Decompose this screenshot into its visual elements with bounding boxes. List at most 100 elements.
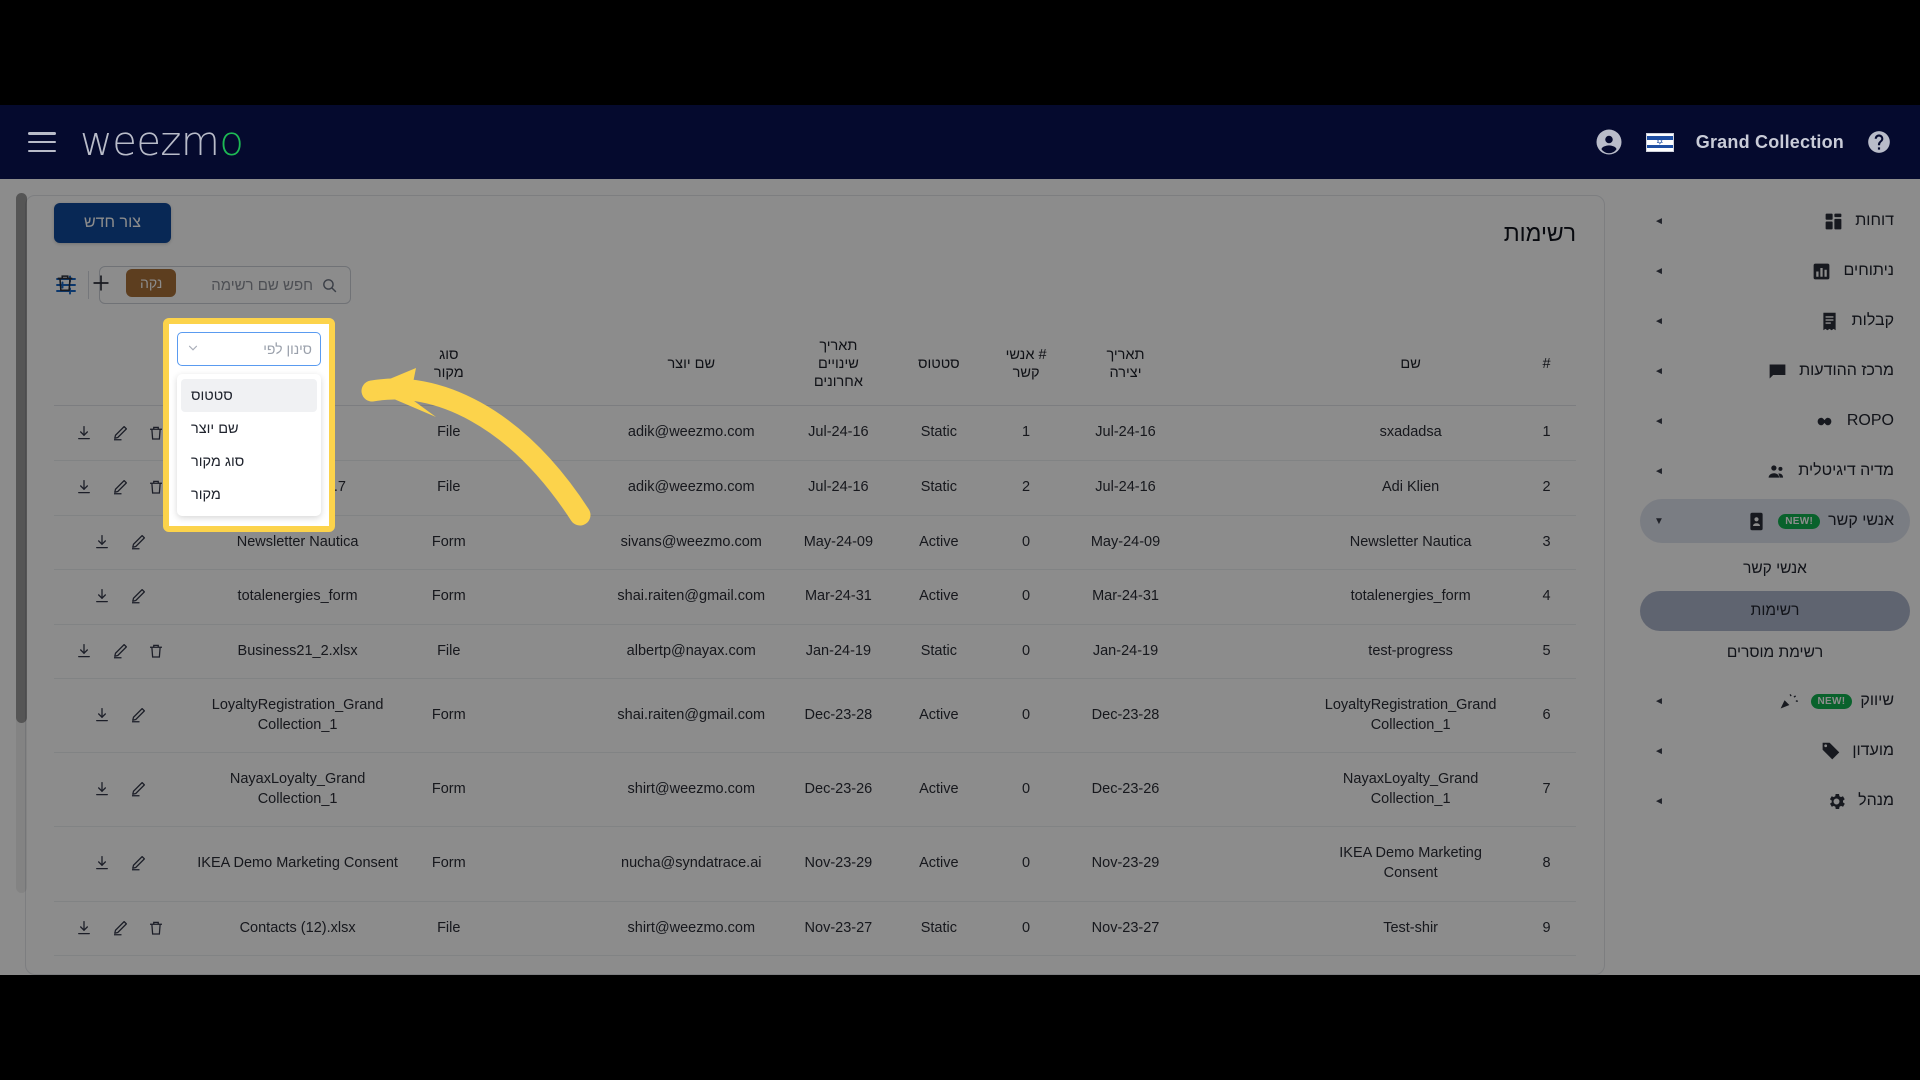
column-header-source-type[interactable]: סוג מקור: [409, 323, 489, 407]
sidebar-subitem-lists[interactable]: רשימות: [1640, 591, 1910, 631]
table-row[interactable]: 6 LoyaltyRegistration_Grand Collection_1 D…: [54, 678, 1576, 754]
chevron-left-icon[interactable]: ◄: [1650, 216, 1668, 227]
row-created-date: Dec-23-28: [1068, 678, 1183, 754]
chevron-down-icon[interactable]: [186, 341, 200, 358]
help-circle-icon[interactable]: [1866, 129, 1892, 155]
israel-flag-icon[interactable]: ✡: [1645, 132, 1674, 152]
download-row-icon[interactable]: [93, 587, 111, 605]
sidebar-item-admin[interactable]: מנהל ◄: [1640, 779, 1910, 823]
column-header-modified[interactable]: תאריך שינויים אחרונים: [782, 323, 895, 407]
row-contacts-count: 0: [983, 901, 1069, 957]
column-header-name[interactable]: שם: [1304, 323, 1518, 407]
row-source-type: File: [409, 405, 489, 461]
edit-row-icon[interactable]: [129, 706, 147, 724]
scrollbar-thumb[interactable]: [16, 193, 27, 723]
sidebar-item-ropo[interactable]: ROPO ◄: [1640, 399, 1910, 443]
row-created-date: Jul-24-16: [1068, 460, 1183, 516]
download-row-icon[interactable]: [93, 706, 111, 724]
topbar-right-group: weezm o: [28, 119, 244, 165]
sidebar-item-marketing[interactable]: שיווק NEW! ◄: [1640, 679, 1910, 723]
row-name: LoyaltyRegistration_Grand Collection_1: [1304, 678, 1518, 754]
sidebar-subitem-contacts[interactable]: אנשי קשר: [1640, 549, 1910, 589]
lists-card: רשימות צור חדש חפש שם רשימה נקה # שם תאר…: [25, 195, 1605, 975]
table-row[interactable]: 7 NayaxLoyalty_Grand Collection_1 Dec-23-2…: [54, 752, 1576, 828]
hamburger-menu-icon[interactable]: [28, 132, 56, 152]
download-row-icon[interactable]: [93, 854, 111, 872]
delete-row-icon[interactable]: [147, 642, 165, 660]
row-index: 8: [1517, 826, 1576, 902]
chevron-left-icon[interactable]: ◄: [1650, 416, 1668, 427]
download-row-icon[interactable]: [75, 919, 93, 937]
row-modified-date: Jan-24-19: [782, 624, 895, 680]
column-header-created[interactable]: תאריך יצירה: [1068, 323, 1183, 407]
chevron-left-icon[interactable]: ◄: [1650, 466, 1668, 477]
row-source-type: Form: [409, 515, 489, 571]
new-badge: NEW!: [1810, 693, 1853, 709]
account-circle-icon[interactable]: [1594, 127, 1624, 157]
filter-option-status[interactable]: סטטוס: [181, 379, 317, 412]
chevron-left-icon[interactable]: ◄: [1650, 696, 1668, 707]
table-row[interactable]: 4 totalenergies_form Mar-24-31 0 Active Mar-2…: [54, 569, 1576, 625]
row-index: 3: [1517, 515, 1576, 571]
edit-row-icon[interactable]: [111, 642, 129, 660]
edit-row-icon[interactable]: [111, 478, 129, 496]
row-contacts-count: 2: [983, 460, 1069, 516]
create-new-button[interactable]: צור חדש: [54, 203, 171, 243]
delete-row-icon[interactable]: [147, 919, 165, 937]
sidebar-item-analytics[interactable]: ניתוחים ◄: [1640, 249, 1910, 293]
column-header-index[interactable]: #: [1517, 323, 1576, 407]
chevron-left-icon[interactable]: ◄: [1650, 796, 1668, 807]
sidebar-item-receipts[interactable]: קבלות ◄: [1640, 299, 1910, 343]
sidebar-item-club[interactable]: מועדון ◄: [1640, 729, 1910, 773]
filter-by-select[interactable]: סינון לפי: [177, 332, 321, 366]
download-row-icon[interactable]: [93, 780, 111, 798]
edit-row-icon[interactable]: [129, 587, 147, 605]
column-header-contacts[interactable]: # אנשי קשר: [983, 323, 1069, 407]
filter-option-creator[interactable]: שם יוצר: [181, 412, 317, 445]
table-row[interactable]: 5 test-progress Jan-24-19 0 Static Jan-24-19 a…: [54, 624, 1576, 680]
sidebar-subitem-suppression-list[interactable]: רשימת מוסרים: [1640, 633, 1910, 673]
plus-icon[interactable]: [90, 272, 112, 294]
weezmo-logo[interactable]: weezm o: [80, 119, 244, 165]
chevron-left-icon[interactable]: ◄: [1650, 266, 1668, 277]
edit-row-icon[interactable]: [129, 780, 147, 798]
column-header-status[interactable]: סטטוס: [894, 323, 984, 407]
sidebar-item-contacts[interactable]: אנשי קשר NEW! ▼: [1640, 499, 1910, 543]
chevron-left-icon[interactable]: ◄: [1650, 316, 1668, 327]
logo-accent: o: [219, 119, 244, 165]
row-actions: [54, 752, 186, 828]
row-source: LoyaltyRegistration_Grand Collection_1: [185, 678, 410, 754]
sidebar-item-label: מרכז ההודעות: [1799, 362, 1894, 379]
trash-icon[interactable]: [54, 272, 76, 294]
table-row[interactable]: 8 IKEA Demo Marketing Consent Nov-23-29 0 Ac…: [54, 826, 1576, 902]
chevron-left-icon[interactable]: ◄: [1650, 366, 1668, 377]
download-row-icon[interactable]: [75, 478, 93, 496]
download-row-icon[interactable]: [93, 533, 111, 551]
row-status: Active: [894, 515, 984, 571]
download-row-icon[interactable]: [75, 424, 93, 442]
chevron-down-icon[interactable]: ▼: [1650, 516, 1668, 527]
edit-row-icon[interactable]: [129, 533, 147, 551]
clear-button[interactable]: נקה: [126, 269, 177, 297]
row-blank-1: [1182, 460, 1305, 516]
sidebar-item-message-center[interactable]: מרכז ההודעות ◄: [1640, 349, 1910, 393]
edit-row-icon[interactable]: [129, 854, 147, 872]
chevron-left-icon[interactable]: ◄: [1650, 746, 1668, 757]
filter-option-source[interactable]: מקור: [181, 478, 317, 511]
filter-by-popover: סינון לפי סטטוס שם יוצר סוג מקור מקור: [163, 318, 335, 532]
row-blank-2: [488, 515, 600, 571]
sidebar-item-digital-media[interactable]: מדיה דיגיטלית ◄: [1640, 449, 1910, 493]
row-contacts-count: 0: [983, 752, 1069, 828]
row-index: 1: [1517, 405, 1576, 461]
row-name: Adi Klien: [1304, 460, 1518, 516]
vertical-scrollbar[interactable]: [16, 193, 27, 893]
row-name: IKEA Demo Marketing Consent: [1304, 826, 1518, 902]
table-row[interactable]: 9 Test-shir Nov-23-27 0 Static Nov-23-27 shirt…: [54, 901, 1576, 957]
sidebar-item-reports[interactable]: דוחות ◄: [1640, 199, 1910, 243]
download-row-icon[interactable]: [75, 642, 93, 660]
edit-row-icon[interactable]: [111, 424, 129, 442]
row-source: totalenergies_form: [185, 569, 410, 625]
column-header-creator[interactable]: שם יוצר: [599, 323, 783, 407]
edit-row-icon[interactable]: [111, 919, 129, 937]
filter-option-source-type[interactable]: סוג מקור: [181, 445, 317, 478]
